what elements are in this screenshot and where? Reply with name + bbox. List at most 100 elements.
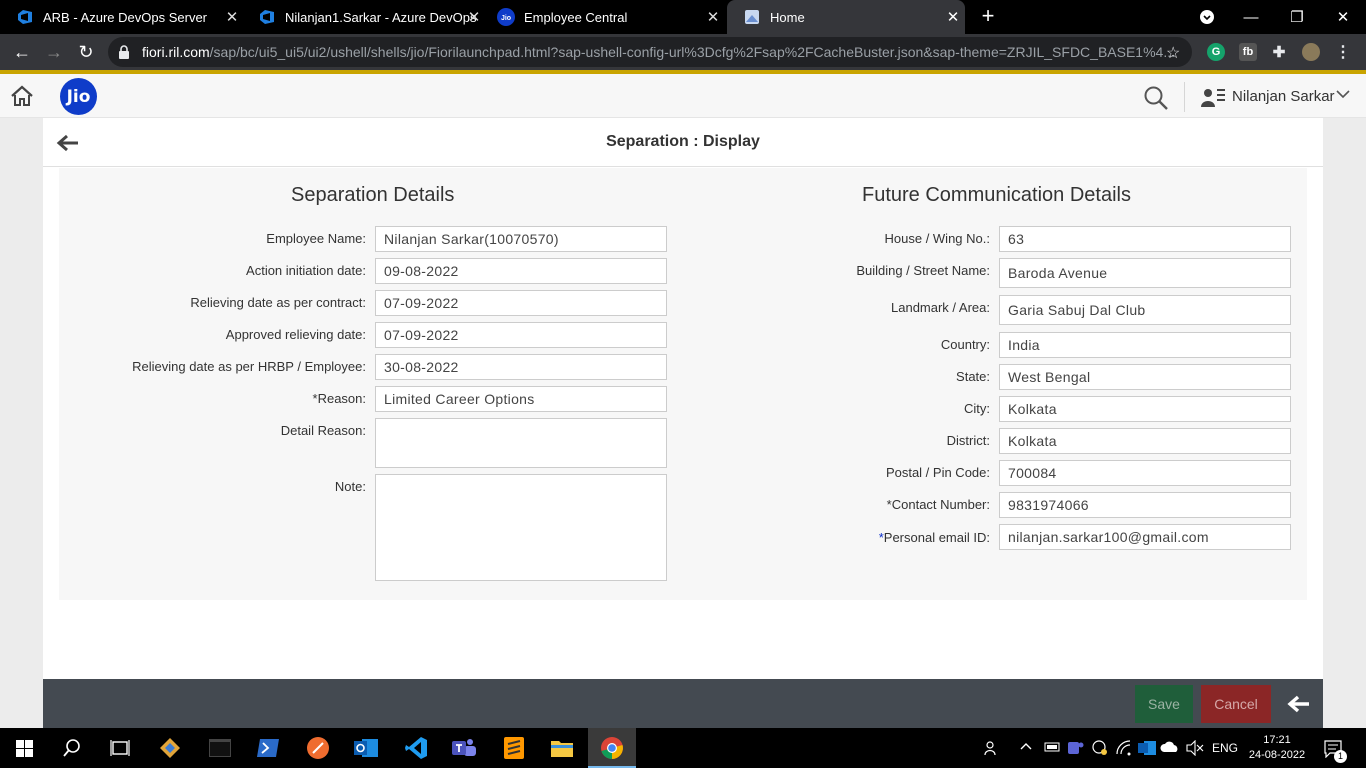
close-icon[interactable]: ✕ (941, 0, 965, 34)
detail-reason-textarea[interactable] (375, 418, 667, 468)
chrome-icon[interactable] (600, 736, 624, 760)
powershell-icon[interactable] (256, 736, 280, 760)
onedrive-icon[interactable] (1160, 741, 1180, 756)
taskbar-search-icon[interactable] (60, 736, 84, 760)
action-initiation-date-field[interactable]: 09-08-2022 (375, 258, 667, 284)
postman-icon[interactable] (306, 736, 330, 760)
vpn-tray-icon[interactable] (1092, 740, 1108, 759)
teams-tray-icon[interactable] (1068, 740, 1084, 759)
approved-relieving-date-label: Approved relieving date: (225, 327, 366, 342)
building-street-label: Building / Street Name: (856, 263, 990, 278)
outlook-tray-icon[interactable] (1138, 740, 1156, 759)
hrbp-relieving-date-label: Relieving date as per HRBP / Employee: (132, 359, 366, 374)
reload-icon[interactable]: ↻ (74, 40, 98, 64)
terminal-icon[interactable] (208, 736, 232, 760)
address-bar[interactable]: fiori.ril.com/sap/bc/ui5_ui5/ui2/ushell/… (108, 37, 1192, 67)
volume-muted-icon[interactable] (1186, 739, 1204, 759)
reason-field[interactable]: Limited Career Options (375, 386, 667, 412)
district-label: District: (946, 433, 990, 448)
file-explorer-icon[interactable] (550, 736, 574, 760)
wifi-icon[interactable] (1116, 740, 1132, 759)
url-host: fiori.ril.com (142, 44, 210, 60)
jio-icon: Jio (497, 8, 515, 26)
postal-code-field[interactable]: 700084 (999, 460, 1291, 486)
approved-relieving-date-field[interactable]: 07-09-2022 (375, 322, 667, 348)
sublime-icon[interactable] (502, 736, 526, 760)
tab-search-icon[interactable] (1184, 0, 1230, 34)
back-icon[interactable]: ← (10, 40, 34, 64)
clock-time: 17:21 (1263, 734, 1291, 746)
page-title: Separation : Display (606, 133, 760, 150)
note-textarea[interactable] (375, 474, 667, 581)
task-view-icon[interactable] (108, 736, 132, 760)
tab-title: Nilanjan1.Sarkar - Azure DevOps (285, 9, 477, 25)
landmark-area-field[interactable]: Garia Sabuj Dal Club (999, 295, 1291, 325)
window-close-icon[interactable]: ✕ (1320, 0, 1366, 34)
clock-date: 24-08-2022 (1248, 749, 1306, 761)
forward-icon[interactable]: → (42, 40, 66, 64)
outlook-icon[interactable] (354, 736, 378, 760)
notification-count-badge: 1 (1334, 750, 1347, 763)
git-tool-icon[interactable] (158, 736, 182, 760)
taskbar-clock[interactable]: 17:21 24-08-2022 (1246, 733, 1308, 763)
contract-relieving-date-label: Relieving date as per contract: (190, 295, 366, 310)
teams-icon[interactable] (452, 736, 476, 760)
tab-employee-central[interactable]: Jio Employee Central ✕ (481, 0, 725, 34)
landmark-area-label: Landmark / Area: (891, 300, 990, 315)
city-label: City: (964, 401, 990, 416)
country-field[interactable]: India (999, 332, 1291, 358)
windows-start-icon[interactable] (12, 736, 36, 760)
puzzle-icon[interactable]: ✚ (1270, 43, 1288, 61)
contact-number-field[interactable]: 9831974066 (999, 492, 1291, 518)
profile-avatar-icon[interactable] (1302, 43, 1320, 61)
communication-section-title: Future Communication Details (862, 184, 1131, 206)
battery-icon[interactable] (1044, 741, 1062, 756)
minimize-icon[interactable]: — (1228, 0, 1274, 34)
personal-email-field[interactable]: nilanjan.sarkar100@gmail.com (999, 524, 1291, 550)
footer-bar (43, 679, 1323, 728)
reason-label: *Reason: (312, 391, 366, 406)
close-icon[interactable]: ✕ (701, 0, 725, 34)
employee-name-field[interactable]: Nilanjan Sarkar(10070570) (375, 226, 667, 252)
restore-icon[interactable]: ❐ (1274, 0, 1320, 34)
people-icon[interactable] (984, 740, 1000, 759)
employee-name-label: Employee Name: (266, 231, 366, 246)
grammarly-icon[interactable]: G (1207, 43, 1225, 61)
url-path: /sap/bc/ui5_ui5/ui2/ushell/shells/jio/Fi… (209, 44, 1175, 60)
building-street-field[interactable]: Baroda Avenue (999, 258, 1291, 288)
tab-title: Employee Central (524, 9, 628, 25)
country-label: Country: (940, 337, 990, 352)
chevron-down-icon[interactable] (1336, 89, 1350, 99)
personal-email-label-text: Personal email ID: (883, 530, 990, 545)
tab-arb-devops[interactable]: ARB - Azure DevOps Server ✕ (0, 0, 244, 34)
bookmark-star-icon[interactable]: ☆ (1166, 43, 1180, 63)
city-field[interactable]: Kolkata (999, 396, 1291, 422)
tab-home[interactable]: Home ✕ (727, 0, 965, 34)
contract-relieving-date-field[interactable]: 07-09-2022 (375, 290, 667, 316)
search-icon[interactable] (1143, 85, 1169, 111)
jio-logo[interactable]: Jio (60, 78, 97, 115)
hrbp-relieving-date-field[interactable]: 30-08-2022 (375, 354, 667, 380)
browser-tab-strip: ARB - Azure DevOps Server ✕ Nilanjan1.Sa… (0, 0, 1366, 34)
user-icon[interactable] (1200, 85, 1226, 109)
extension-icon[interactable]: fb (1239, 43, 1257, 61)
chevron-up-icon[interactable] (1020, 740, 1032, 754)
lock-icon[interactable] (118, 45, 130, 59)
home-icon[interactable] (10, 85, 34, 107)
tab-nilanjan-devops[interactable]: Nilanjan1.Sarkar - Azure DevOps ✕ (242, 0, 486, 34)
new-tab-button[interactable]: + (976, 5, 1000, 29)
user-name[interactable]: Nilanjan Sarkar (1232, 88, 1335, 105)
state-label: State: (956, 369, 990, 384)
azure-devops-icon (258, 8, 276, 26)
language-indicator[interactable]: ENG (1212, 741, 1238, 755)
cancel-button[interactable]: Cancel (1201, 685, 1271, 723)
footer-back-arrow-icon[interactable] (1287, 694, 1311, 714)
save-button[interactable]: Save (1135, 685, 1193, 723)
close-icon[interactable]: ✕ (220, 0, 244, 34)
district-field[interactable]: Kolkata (999, 428, 1291, 454)
vscode-icon[interactable] (404, 736, 428, 760)
svg-text:Jio: Jio (501, 15, 511, 22)
menu-dots-icon[interactable]: ⋮ (1334, 43, 1352, 61)
state-field[interactable]: West Bengal (999, 364, 1291, 390)
house-wing-field[interactable]: 63 (999, 226, 1291, 252)
